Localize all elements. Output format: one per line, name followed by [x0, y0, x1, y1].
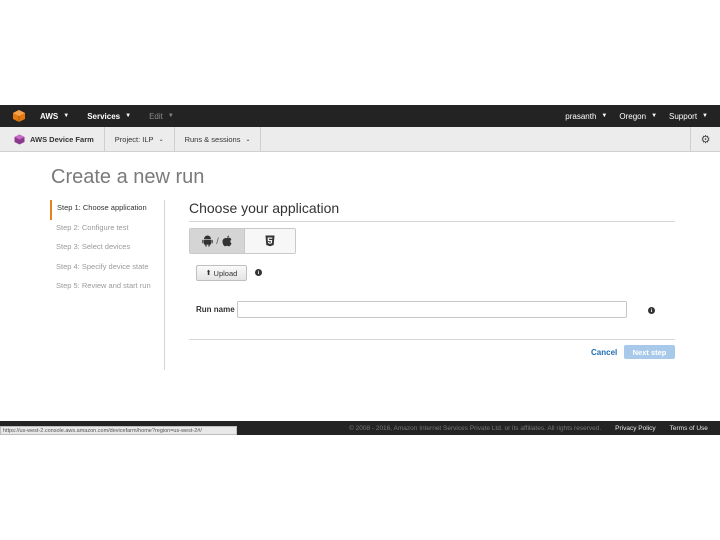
privacy-policy-link[interactable]: Privacy Policy	[615, 425, 655, 432]
services-menu[interactable]: Services ▼	[87, 112, 131, 121]
chevron-down-icon: ⌄	[245, 136, 251, 143]
upload-button-label: Upload	[213, 268, 238, 278]
apple-icon	[222, 235, 232, 247]
wizard-steps: Step 1: Choose application Step 2: Confi…	[50, 200, 165, 370]
support-menu-label: Support	[669, 111, 698, 121]
wizard-step-3: Step 3: Select devices	[56, 242, 131, 251]
chevron-down-icon: ▼	[63, 113, 70, 119]
wizard-step-4: Step 4: Specify device state	[56, 261, 149, 271]
aws-menu[interactable]: AWS ▼	[40, 112, 69, 121]
chevron-down-icon: ▼	[651, 113, 658, 119]
android-icon	[202, 235, 213, 247]
runs-sessions-label: Runs & sessions	[184, 134, 241, 144]
section-title: Choose your application	[189, 200, 340, 216]
edit-menu-label: Edit	[149, 111, 163, 121]
wizard-step-1: Step 1: Choose application	[50, 200, 164, 220]
region-menu[interactable]: Oregon ▼	[619, 112, 657, 121]
chevron-down-icon: ▼	[167, 113, 174, 119]
web-app-option[interactable]	[244, 229, 295, 253]
user-menu-label: prasanth	[565, 111, 597, 121]
aws-cube-logo-icon[interactable]	[12, 109, 26, 123]
chevron-down-icon: ⌄	[158, 136, 164, 143]
edit-menu[interactable]: Edit ▼	[149, 112, 174, 121]
run-name-label: Run name	[196, 305, 235, 314]
region-menu-label: Oregon	[619, 111, 647, 121]
cancel-link[interactable]: Cancel	[591, 348, 617, 357]
terms-of-use-link[interactable]: Terms of Use	[670, 425, 708, 432]
upload-info-icon[interactable]: i	[255, 269, 262, 276]
wizard-step-2: Step 2: Configure test	[56, 222, 129, 232]
browser-status-url: https://us-west-2.console.aws.amazon.com…	[0, 426, 237, 435]
native-app-option[interactable]: /	[190, 229, 244, 253]
aws-menu-label: AWS	[40, 111, 59, 121]
wizard-step-5: Step 5: Review and start run	[56, 281, 151, 290]
run-name-input[interactable]	[237, 301, 627, 318]
top-navigation-bar: AWS ▼ Services ▼ Edit ▼ prasanth ▼ Orego…	[0, 105, 720, 127]
project-label: Project: ILP	[114, 134, 154, 144]
service-name: AWS Device Farm	[30, 134, 94, 144]
gear-icon[interactable]: ⚙	[690, 127, 720, 151]
divider	[189, 221, 675, 222]
device-farm-icon	[14, 134, 25, 144]
device-farm-home-link[interactable]: AWS Device Farm	[0, 127, 105, 151]
page-title: Create a new run	[51, 166, 205, 188]
platform-separator: /	[216, 236, 219, 246]
platform-toggle: /	[189, 228, 296, 254]
service-navigation-bar: AWS Device Farm Project: ILP ⌄ Runs & se…	[0, 127, 720, 152]
upload-button[interactable]: ⬆ Upload	[196, 265, 247, 281]
upload-icon: ⬆	[205, 270, 212, 277]
project-selector[interactable]: Project: ILP ⌄	[105, 127, 175, 151]
services-menu-label: Services	[87, 111, 121, 121]
divider	[189, 339, 675, 340]
chevron-down-icon: ▼	[702, 113, 708, 119]
copyright-text: © 2008 - 2016, Amazon Internet Services …	[349, 424, 602, 432]
support-menu[interactable]: Support ▼	[669, 112, 708, 121]
user-menu[interactable]: prasanth ▼	[565, 112, 607, 121]
next-step-button[interactable]: Next step	[624, 345, 675, 359]
html5-icon	[265, 235, 275, 247]
runs-sessions-menu[interactable]: Runs & sessions ⌄	[175, 127, 262, 151]
run-name-info-icon[interactable]: i	[648, 307, 655, 314]
chevron-down-icon: ▼	[125, 113, 132, 119]
chevron-down-icon: ▼	[601, 113, 608, 119]
